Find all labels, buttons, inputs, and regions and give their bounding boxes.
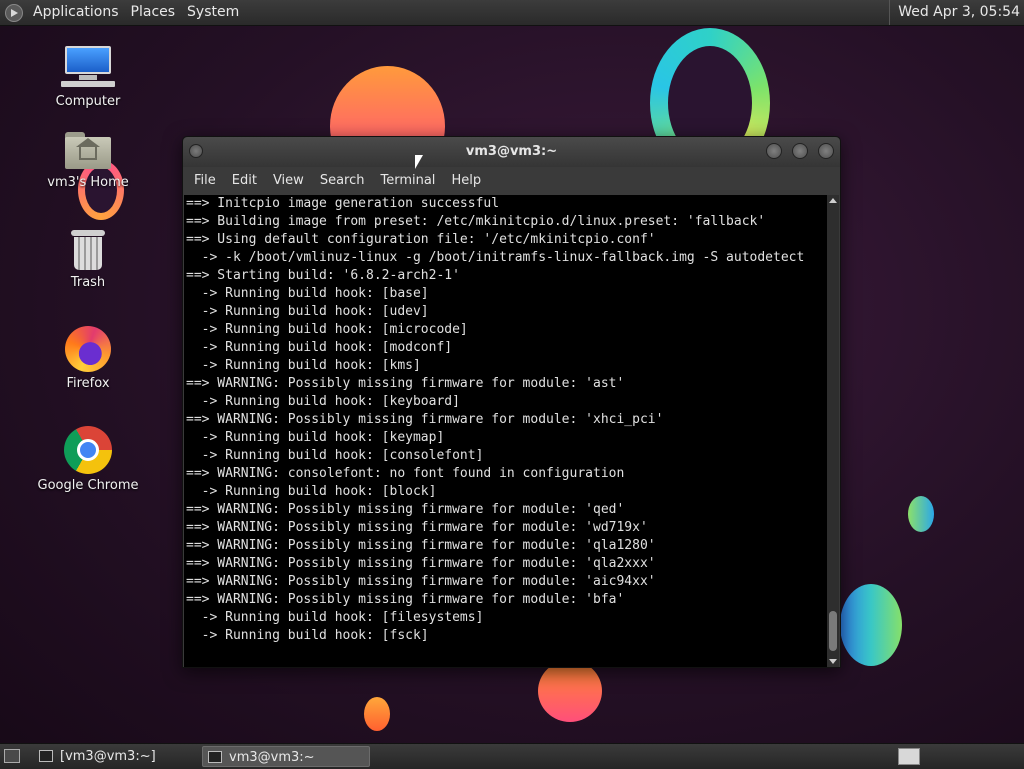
wallpaper-small-blue-blob: [908, 496, 934, 532]
firefox-icon: [65, 326, 111, 372]
menu-file[interactable]: File: [186, 167, 224, 195]
workspace-switcher[interactable]: [898, 748, 920, 765]
applications-logo-icon[interactable]: [5, 3, 23, 22]
terminal-line: -> Running build hook: [fsck]: [186, 628, 429, 643]
menu-view[interactable]: View: [265, 167, 312, 195]
scroll-down-arrow-icon[interactable]: [829, 659, 837, 664]
desktop-icon-home[interactable]: vm3's Home: [33, 130, 143, 190]
menu-edit[interactable]: Edit: [224, 167, 265, 195]
terminal-window: vm3@vm3:~ File Edit View Search Terminal…: [182, 136, 841, 668]
window-title: vm3@vm3:~: [465, 144, 558, 159]
terminal-line: ==> WARNING: Possibly missing firmware f…: [186, 538, 656, 553]
terminal-line: ==> Using default configuration file: '/…: [186, 232, 656, 247]
terminal-line: -> Running build hook: [keymap]: [186, 430, 445, 445]
wallpaper-small-orange-blob: [364, 697, 390, 731]
terminal-line: ==> WARNING: consolefont: no font found …: [186, 466, 625, 481]
desktop-icon-label: Computer: [55, 94, 121, 109]
taskbar-item-label: vm3@vm3:~: [229, 750, 315, 765]
terminal-icon: [208, 751, 222, 763]
taskbar-item-terminal-active[interactable]: vm3@vm3:~: [202, 746, 370, 767]
minimize-button[interactable]: [766, 143, 782, 159]
terminal-line: -> Running build hook: [modconf]: [186, 340, 453, 355]
desktop-icon-label: Trash: [70, 275, 106, 290]
bottom-panel: [vm3@vm3:~] vm3@vm3:~: [0, 743, 1024, 769]
terminal-scrollbar[interactable]: [827, 195, 839, 667]
terminal-line: ==> WARNING: Possibly missing firmware f…: [186, 592, 625, 607]
close-button[interactable]: [818, 143, 834, 159]
wallpaper-blue-blob: [840, 584, 902, 666]
terminal-output[interactable]: ==> Initcpio image generation successful…: [184, 195, 827, 667]
terminal-line: -> Running build hook: [filesystems]: [186, 610, 484, 625]
terminal-line: -> Running build hook: [consolefont]: [186, 448, 484, 463]
desktop-icon-label: vm3's Home: [47, 175, 129, 190]
wallpaper-bottom-orange-blob: [538, 660, 602, 722]
maximize-button[interactable]: [792, 143, 808, 159]
terminal-line: -> Running build hook: [block]: [186, 484, 437, 499]
terminal-line: -> Running build hook: [microcode]: [186, 322, 468, 337]
terminal-line: ==> WARNING: Possibly missing firmware f…: [186, 376, 625, 391]
terminal-line: -> Running build hook: [udev]: [186, 304, 429, 319]
terminal-line: ==> WARNING: Possibly missing firmware f…: [186, 502, 625, 517]
taskbar-item-terminal-minimized[interactable]: [vm3@vm3:~]: [34, 746, 198, 767]
terminal-line: -> Running build hook: [base]: [186, 286, 429, 301]
menu-system[interactable]: System: [181, 0, 245, 25]
terminal-line: ==> WARNING: Possibly missing firmware f…: [186, 520, 648, 535]
menu-help[interactable]: Help: [443, 167, 489, 195]
home-folder-icon: [65, 130, 111, 170]
terminal-line: ==> WARNING: Possibly missing firmware f…: [186, 556, 656, 571]
terminal-line: ==> WARNING: Possibly missing firmware f…: [186, 574, 656, 589]
taskbar-item-label: [vm3@vm3:~]: [60, 749, 156, 764]
terminal-line: ==> Starting build: '6.8.2-arch2-1': [186, 268, 460, 283]
desktop-icon-chrome[interactable]: Google Chrome: [33, 426, 143, 493]
top-panel: Applications Places System Wed Apr 3, 05…: [0, 0, 1024, 26]
terminal-line: ==> WARNING: Possibly missing firmware f…: [186, 412, 664, 427]
scrollbar-thumb[interactable]: [829, 611, 837, 651]
window-titlebar[interactable]: vm3@vm3:~: [183, 137, 840, 167]
desktop-icon-label: Google Chrome: [37, 478, 139, 493]
desktop-icon-label: Firefox: [66, 376, 110, 391]
menu-terminal[interactable]: Terminal: [372, 167, 443, 195]
panel-clock[interactable]: Wed Apr 3, 05:54: [889, 0, 1020, 25]
terminal-line: ==> Building image from preset: /etc/mki…: [186, 214, 766, 229]
desktop-icon-firefox[interactable]: Firefox: [33, 326, 143, 391]
terminal-menubar: File Edit View Search Terminal Help: [183, 167, 840, 195]
scroll-up-arrow-icon[interactable]: [829, 198, 837, 203]
terminal-line: -> Running build hook: [kms]: [186, 358, 421, 373]
terminal-icon: [39, 750, 53, 762]
show-desktop-button[interactable]: [4, 749, 20, 763]
chrome-icon: [64, 426, 112, 474]
terminal-line: -> -k /boot/vmlinuz-linux -g /boot/initr…: [186, 250, 805, 265]
window-menu-icon[interactable]: [189, 144, 203, 158]
computer-icon: [61, 46, 115, 87]
desktop-icon-trash[interactable]: Trash: [33, 230, 143, 290]
desktop-icon-computer[interactable]: Computer: [33, 46, 143, 109]
terminal-line: -> Running build hook: [keyboard]: [186, 394, 460, 409]
terminal-line: ==> Initcpio image generation successful: [186, 196, 500, 211]
menu-applications[interactable]: Applications: [27, 0, 125, 25]
trash-icon: [71, 230, 105, 270]
menu-search[interactable]: Search: [312, 167, 373, 195]
menu-places[interactable]: Places: [125, 0, 182, 25]
mouse-pointer-icon: [415, 155, 423, 169]
